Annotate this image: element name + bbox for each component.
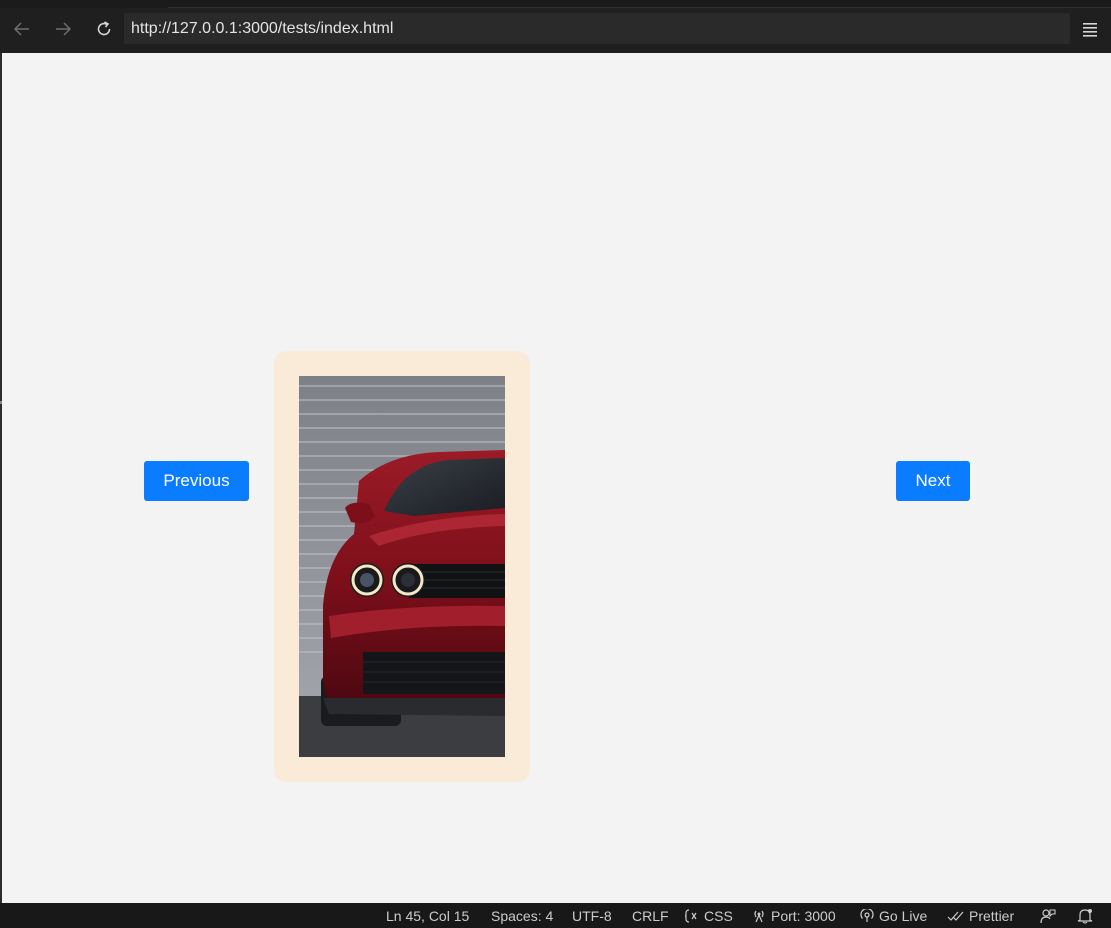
status-encoding-label: UTF-8 <box>572 907 612 924</box>
status-cursor-position-label: Ln 45, Col 15 <box>386 907 470 924</box>
status-language[interactable]: CSS <box>684 903 733 928</box>
reload-button[interactable] <box>91 16 117 42</box>
car-image <box>299 376 505 757</box>
arrow-left-icon <box>13 22 29 36</box>
radio-tower-icon <box>859 908 875 923</box>
double-check-icon <box>947 909 965 923</box>
status-prettier[interactable]: Prettier <box>947 903 1014 928</box>
status-indentation-label: Spaces: 4 <box>491 907 554 924</box>
status-encoding[interactable]: UTF-8 <box>572 903 612 928</box>
menu-button[interactable] <box>1081 21 1099 37</box>
app-window: http://127.0.0.1:3000/tests/index.html P… <box>0 0 1111 928</box>
status-eol-label: CRLF <box>632 907 669 924</box>
status-go-live-label: Go Live <box>879 907 928 924</box>
status-eol[interactable]: CRLF <box>632 903 669 928</box>
reload-icon <box>97 21 111 36</box>
browser-toolbar: http://127.0.0.1:3000/tests/index.html <box>0 8 1111 50</box>
broadcast-icon <box>751 909 767 923</box>
status-language-label: CSS <box>704 907 733 924</box>
status-go-live[interactable]: Go Live <box>859 903 927 928</box>
braces-icon <box>684 908 700 923</box>
slide-card <box>274 351 530 782</box>
status-port-label: Port: 3000 <box>771 907 836 924</box>
status-port[interactable]: Port: 3000 <box>751 903 836 928</box>
status-cursor-position[interactable]: Ln 45, Col 15 <box>386 903 469 928</box>
next-button[interactable]: Next <box>896 461 970 501</box>
back-button[interactable] <box>9 16 35 42</box>
hamburger-menu-icon <box>1083 23 1097 37</box>
feedback-button[interactable] <box>1039 903 1057 928</box>
feedback-icon <box>1040 908 1056 923</box>
arrow-right-icon <box>56 22 72 36</box>
url-input[interactable]: http://127.0.0.1:3000/tests/index.html <box>124 13 1070 44</box>
status-indentation[interactable]: Spaces: 4 <box>491 903 553 928</box>
status-bar: Ln 45, Col 15 Spaces: 4 UTF-8 CRLF CSS P… <box>0 903 1111 928</box>
tab-strip <box>0 0 1111 8</box>
url-text: http://127.0.0.1:3000/tests/index.html <box>131 19 394 37</box>
previous-button[interactable]: Previous <box>144 461 249 501</box>
car-photo <box>299 376 505 757</box>
page-viewport: Previous Next <box>2 53 1111 903</box>
bell-icon <box>1077 908 1093 924</box>
forward-button[interactable] <box>50 16 76 42</box>
status-prettier-label: Prettier <box>969 907 1015 924</box>
notifications-button[interactable] <box>1076 903 1094 928</box>
